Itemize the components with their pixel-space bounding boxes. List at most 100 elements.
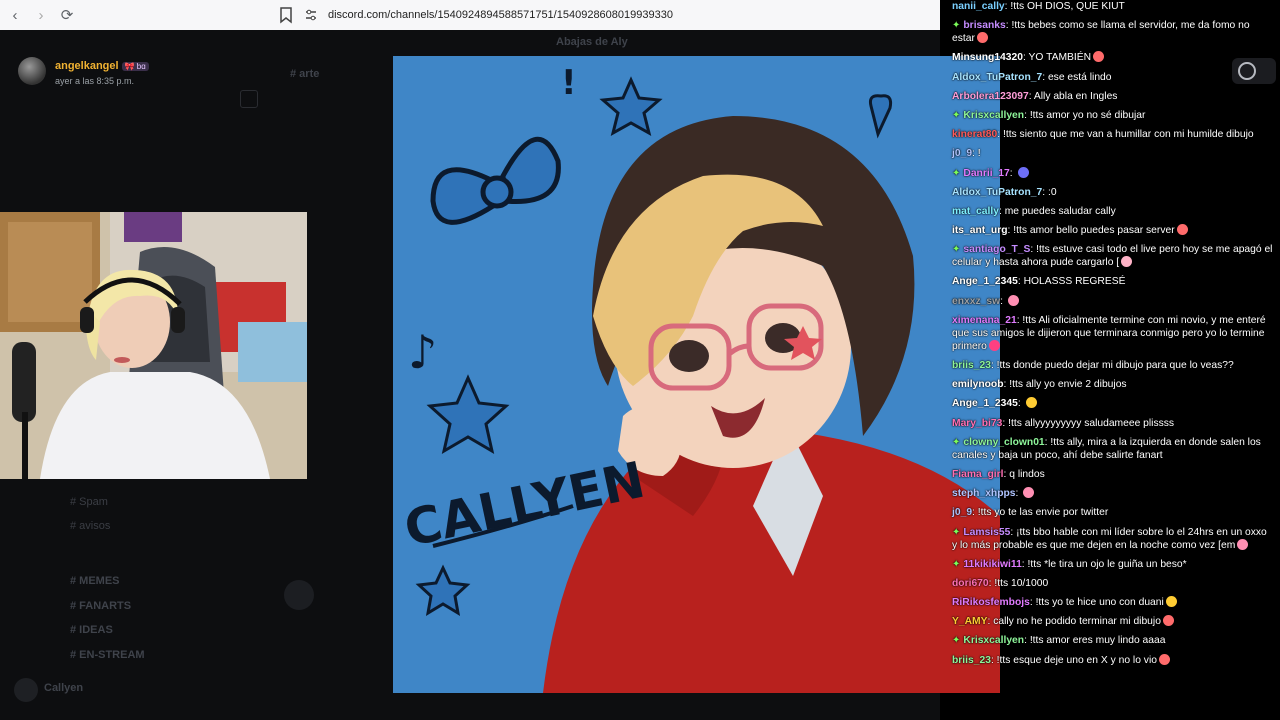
- chat-username[interactable]: Aldox_TuPatron_7: [952, 72, 1042, 83]
- chat-username[interactable]: emilynoob: [952, 379, 1004, 390]
- emote-icon: [1176, 224, 1188, 236]
- chat-message: its_ant_urg: !tts amor bello puedes pasa…: [952, 224, 1274, 237]
- chat-username[interactable]: enxxz_sw: [952, 296, 1000, 307]
- chat-username[interactable]: clowny_clown01: [963, 437, 1044, 448]
- chat-username[interactable]: j0_9: [952, 507, 972, 518]
- chat-message: Y_AMY: cally no he podido terminar mi di…: [952, 615, 1274, 628]
- reload-button[interactable]: ⟳: [56, 4, 78, 26]
- ghost-channel-avisos[interactable]: # avisos: [70, 520, 110, 532]
- zoom-controls[interactable]: [1232, 58, 1276, 84]
- chat-message: dori670: !tts 10/1000: [952, 577, 1274, 590]
- chat-username[interactable]: steph_xhpps: [952, 488, 1016, 499]
- chat-separator: :: [1009, 167, 1016, 179]
- chat-username[interactable]: nanii_cally: [952, 1, 1005, 12]
- chat-username[interactable]: Krisxcallyen: [963, 110, 1024, 121]
- chat-message: nanii_cally: !tts OH DIOS, QUE KIUT: [952, 0, 1274, 13]
- chat-username[interactable]: 11kikikiwi11: [963, 559, 1021, 570]
- ghost-channel-memes[interactable]: # MEMES: [70, 575, 120, 587]
- chat-username[interactable]: Minsung14320: [952, 52, 1023, 63]
- chat-text: cally no he podido terminar mi dibujo: [993, 616, 1161, 628]
- chat-text: !tts amor yo no sé dibujar: [1029, 109, 1146, 121]
- browser-toolbar: ‹ › ⟳ discord.com/channels/1540924894588…: [0, 0, 940, 30]
- chat-username[interactable]: ximenana_21: [952, 315, 1017, 326]
- author-badge: 🎀 ƅɑ: [121, 62, 149, 71]
- chat-username[interactable]: mat_cally: [952, 206, 999, 217]
- ghost-channel-ideas[interactable]: # IDEAS: [70, 624, 113, 636]
- chat-text: q lindos: [1009, 468, 1045, 480]
- site-info-icon[interactable]: [304, 8, 318, 22]
- chat-username[interactable]: its_ant_urg: [952, 225, 1008, 236]
- chat-username[interactable]: Y_AMY: [952, 616, 987, 627]
- webcam-scene: [0, 212, 307, 479]
- chat-text: HOLASSS REGRESÉ: [1023, 276, 1126, 288]
- chat-message: mat_cally: me puedes saludar cally: [952, 205, 1274, 218]
- fanart-image[interactable]: ! ♪ CALLYEN: [393, 56, 1000, 693]
- chat-text: !: [977, 148, 981, 160]
- ghost-channel-en-stream[interactable]: # EN-STREAM: [70, 649, 145, 661]
- chat-username[interactable]: Aldox_TuPatron_7: [952, 187, 1042, 198]
- subscriber-badge-icon: ✦: [952, 436, 961, 448]
- emote-icon: [1023, 487, 1035, 499]
- chat-text: !tts esque deje uno en X y no lo vio: [996, 654, 1157, 666]
- avatar[interactable]: [18, 57, 46, 85]
- ghost-user-avatar: [14, 678, 38, 702]
- chat-message: Aldox_TuPatron_7: :0: [952, 186, 1274, 199]
- subscriber-badge-icon: ✦: [952, 558, 961, 570]
- emote-icon: [1007, 294, 1019, 306]
- chat-username[interactable]: briis_23: [952, 360, 991, 371]
- chat-username[interactable]: kinerat80: [952, 129, 997, 140]
- zoom-icon[interactable]: [1238, 62, 1256, 80]
- chat-text: !tts allyyyyyyyyy saludameee plissss: [1008, 417, 1175, 429]
- chat-separator: :: [1017, 398, 1024, 410]
- emote-icon: [1025, 397, 1037, 409]
- chat-username[interactable]: Krisxcallyen: [963, 635, 1024, 646]
- ghost-message-avatar: [284, 580, 314, 610]
- chat-message: Ange_1_2345: HOLASSS REGRESÉ: [952, 275, 1274, 288]
- chat-username[interactable]: Mary_bi73: [952, 418, 1002, 429]
- chat-message: ✦ brisanks: !tts bebes como se llama el s…: [952, 19, 1274, 45]
- bookmark-icon[interactable]: [278, 6, 294, 24]
- stream-chat: nanii_cally: !tts OH DIOS, QUE KIUT ✦ bris…: [946, 0, 1280, 720]
- ghost-channel-arte: # arte: [290, 68, 320, 80]
- emote-icon: [1158, 653, 1170, 665]
- chat-message: j0_9: !: [952, 147, 1274, 160]
- chat-username[interactable]: santiago_T_S: [963, 244, 1030, 255]
- chat-username[interactable]: Lamsis55: [963, 527, 1010, 538]
- emote-icon: [1121, 256, 1133, 268]
- chat-username[interactable]: brisanks: [963, 20, 1005, 31]
- chat-text: !tts *le tira un ojo le guiña un beso*: [1027, 558, 1187, 570]
- forward-button[interactable]: ›: [30, 4, 52, 26]
- chat-message: Aldox_TuPatron_7: ese está lindo: [952, 71, 1274, 84]
- chat-username[interactable]: Fiama_girl: [952, 469, 1004, 480]
- chat-message: enxxz_sw:: [952, 294, 1274, 308]
- emote-icon: [1237, 538, 1249, 550]
- url-text: discord.com/channels/1540924894588571751…: [328, 9, 673, 21]
- chat-message: ✦ Krisxcallyen: !tts amor eres muy lindo …: [952, 634, 1274, 647]
- emote-icon: [1017, 166, 1029, 178]
- chat-username[interactable]: briis_23: [952, 655, 991, 666]
- ghost-channel-fanarts[interactable]: # FANARTS: [70, 600, 131, 612]
- message-author[interactable]: angelkangel: [55, 60, 119, 72]
- chat-username[interactable]: Ange_1_2345: [952, 276, 1018, 287]
- emote-icon: [1093, 51, 1105, 63]
- chat-username[interactable]: Danrii_17: [963, 168, 1009, 179]
- ghost-channel-spam[interactable]: # Spam: [70, 496, 108, 508]
- emote-icon: [1162, 615, 1174, 627]
- ghost-channel-title: Abajas de Aly: [556, 36, 628, 48]
- ghost-settings-icon: [240, 90, 258, 108]
- back-button[interactable]: ‹: [4, 4, 26, 26]
- chat-text: :0: [1047, 186, 1057, 198]
- chat-text: !tts siento que me van a humillar con mi…: [1002, 129, 1254, 141]
- chat-username[interactable]: RiRikosfembojs: [952, 597, 1030, 608]
- chat-message: briis_23: !tts donde puedo dejar mi dibu…: [952, 359, 1274, 372]
- arrow-right-icon: ›: [38, 6, 44, 24]
- chat-username[interactable]: Ange_1_2345: [952, 398, 1018, 409]
- emote-icon: [1165, 596, 1177, 608]
- chat-message: steph_xhpps:: [952, 487, 1274, 500]
- chat-username[interactable]: dori670: [952, 578, 989, 589]
- chat-username[interactable]: Arbolera123097: [952, 91, 1029, 102]
- chat-text: YO TAMBIÉN: [1028, 52, 1092, 64]
- address-bar[interactable]: discord.com/channels/1540924894588571751…: [304, 4, 924, 26]
- chat-text: !tts ally yo envie 2 dibujos: [1009, 379, 1127, 391]
- chat-username[interactable]: j0_9: [952, 148, 972, 159]
